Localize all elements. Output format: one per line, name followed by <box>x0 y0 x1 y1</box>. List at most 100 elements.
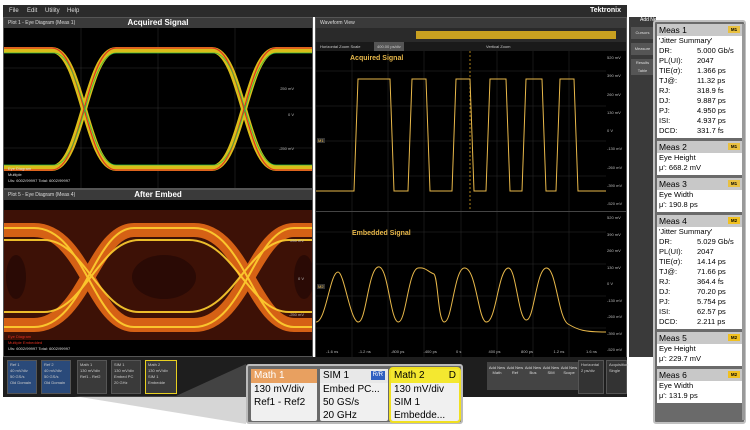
math2-callout[interactable]: Math 2 D 130 mV/div SIM 1 Embedde... <box>389 367 461 423</box>
measurement-value: 331.7 fs <box>697 126 724 135</box>
measurement-key: TJ@: <box>659 267 678 276</box>
source-badge: M1 <box>728 143 740 150</box>
measurement-title: Meas 4 M2 <box>657 215 742 227</box>
measurement-key: PJ: <box>659 106 670 115</box>
measurement-key: Eye Height <box>659 344 696 353</box>
measurement-title: Meas 1 M1 <box>657 24 742 36</box>
measurement-row: PL(UI): 2047 <box>657 56 742 66</box>
measurement-card[interactable]: Meas 1 M1 'Jitter Summary' DR: 5.000 Gb/s PL(… <box>657 24 742 138</box>
measurement-row: Eye Height <box>657 153 742 163</box>
app-window: File Edit Utility Help Tektronix Plot 1 … <box>0 0 750 430</box>
measurement-card[interactable]: Meas 2 M1 Eye Height μ': 668.2 mV <box>657 141 742 175</box>
math2-callout-scale: 130 mV/div <box>394 384 445 395</box>
sim1-callout-title: SIM 1 <box>323 370 350 381</box>
measurement-key: DJ: <box>659 287 671 296</box>
measurement-row: DCD: 331.7 fs <box>657 126 742 136</box>
measurement-value: 2047 <box>697 56 714 65</box>
measurement-row: DJ: 9.887 ps <box>657 96 742 106</box>
measurement-row: μ': 229.7 mV <box>657 354 742 364</box>
measurement-row: DR: 5.000 Gb/s <box>657 46 742 56</box>
measurement-key: μ': 131.9 ps <box>659 391 698 400</box>
measurement-key: μ': 229.7 mV <box>659 354 702 363</box>
measurement-title-text: Meas 2 <box>659 142 687 152</box>
measurement-key: DCD: <box>659 317 678 326</box>
math2-callout-tag: D <box>448 370 456 381</box>
measurement-value: 318.9 fs <box>697 86 724 95</box>
measurement-row: Eye Height <box>657 344 742 354</box>
measurement-value: 70.20 ps <box>697 287 726 296</box>
measurement-key: PL(UI): <box>659 56 683 65</box>
measurement-value: 11.32 ps <box>697 76 726 85</box>
measurement-key: 'Jitter Summary' <box>659 36 713 45</box>
source-badge: M2 <box>728 371 740 378</box>
measurement-value: 364.4 fs <box>697 277 724 286</box>
measurement-key: PL(UI): <box>659 247 683 256</box>
sim1-callout-rate: 50 GS/s <box>323 397 360 408</box>
math2-callout-title: Math 2 <box>394 370 425 381</box>
measurement-key: ISI: <box>659 307 671 316</box>
sim1-callout-tag: R/R <box>370 371 385 380</box>
measurement-key: DR: <box>659 237 672 246</box>
source-badge: M1 <box>728 26 740 33</box>
measurement-row: μ': 190.8 ps <box>657 200 742 210</box>
measurement-value: 71.66 ps <box>697 267 726 276</box>
measurement-row: 'Jitter Summary' <box>657 36 742 46</box>
measurement-title-text: Meas 1 <box>659 25 687 35</box>
measurement-value: 4.950 ps <box>697 106 726 115</box>
math2-callout-src: SIM 1 <box>394 397 421 408</box>
measurement-key: 'Jitter Summary' <box>659 227 713 236</box>
measurement-card[interactable]: Meas 5 M2 Eye Height μ': 229.7 mV <box>657 332 742 366</box>
source-badge: M1 <box>728 180 740 187</box>
source-badge: M2 <box>728 334 740 341</box>
results-scrollbar[interactable] <box>742 24 745 420</box>
measurement-value: 9.887 ps <box>697 96 726 105</box>
measurement-title-text: Meas 4 <box>659 216 687 226</box>
measurement-row: Eye Width <box>657 190 742 200</box>
measurement-row: DR: 5.029 Gb/s <box>657 237 742 247</box>
measurement-row: TJ@: 11.32 ps <box>657 76 742 86</box>
measurement-row: TIE(σ): 1.366 ps <box>657 66 742 76</box>
math1-callout[interactable]: Math 1 130 mV/div Ref1 - Ref2 <box>251 369 317 421</box>
measurement-value: 14.14 ps <box>697 257 726 266</box>
measurement-key: DJ: <box>659 96 671 105</box>
measurement-value: 1.366 ps <box>697 66 726 75</box>
measurement-key: Eye Width <box>659 381 694 390</box>
measurement-row: RJ: 318.9 fs <box>657 86 742 96</box>
sim1-callout[interactable]: SIM 1 R/R Embed PC... 50 GS/s 20 GHz <box>320 369 388 421</box>
measurement-row: 'Jitter Summary' <box>657 227 742 237</box>
measurement-value: 5.000 Gb/s <box>697 46 734 55</box>
math1-callout-expr: Ref1 - Ref2 <box>254 397 306 408</box>
measurement-row: μ': 668.2 mV <box>657 163 742 173</box>
measurement-title: Meas 2 M1 <box>657 141 742 153</box>
measurement-title-text: Meas 6 <box>659 370 687 380</box>
measurement-results-panel: Meas 1 M1 'Jitter Summary' DR: 5.000 Gb/s PL(… <box>653 20 746 424</box>
measurement-value: 62.57 ps <box>697 307 726 316</box>
measurement-title-text: Meas 5 <box>659 333 687 343</box>
measurement-key: Eye Height <box>659 153 696 162</box>
measurement-row: PJ: 4.950 ps <box>657 106 742 116</box>
measurement-value: 5.029 Gb/s <box>697 237 734 246</box>
measurement-row: DJ: 70.20 ps <box>657 287 742 297</box>
measurement-title: Meas 6 M2 <box>657 369 742 381</box>
measurement-key: RJ: <box>659 277 671 286</box>
source-badge: M2 <box>728 217 740 224</box>
measurement-key: TJ@: <box>659 76 678 85</box>
measurement-value: 5.754 ps <box>697 297 726 306</box>
sim1-callout-bw: 20 GHz <box>323 410 357 421</box>
measurement-title-text: Meas 3 <box>659 179 687 189</box>
measurement-key: μ': 190.8 ps <box>659 200 698 209</box>
math2-callout-desc: Embedde... <box>394 410 446 421</box>
measurement-row: PL(UI): 2047 <box>657 247 742 257</box>
measurement-row: RJ: 364.4 fs <box>657 277 742 287</box>
measurement-row: μ': 131.9 ps <box>657 391 742 401</box>
measurement-value: 2.211 ps <box>697 317 726 326</box>
measurement-value: 2047 <box>697 247 714 256</box>
measurement-card[interactable]: Meas 6 M2 Eye Width μ': 131.9 ps <box>657 369 742 403</box>
measurement-key: TIE(σ): <box>659 66 683 75</box>
measurement-key: PJ: <box>659 297 670 306</box>
measurement-card[interactable]: Meas 3 M1 Eye Width μ': 190.8 ps <box>657 178 742 212</box>
measurement-row: PJ: 5.754 ps <box>657 297 742 307</box>
measurement-card[interactable]: Meas 4 M2 'Jitter Summary' DR: 5.029 Gb/s PL(… <box>657 215 742 329</box>
measurement-key: RJ: <box>659 86 671 95</box>
channel-callout: Math 1 130 mV/div Ref1 - Ref2 SIM 1 R/R E… <box>246 364 463 424</box>
